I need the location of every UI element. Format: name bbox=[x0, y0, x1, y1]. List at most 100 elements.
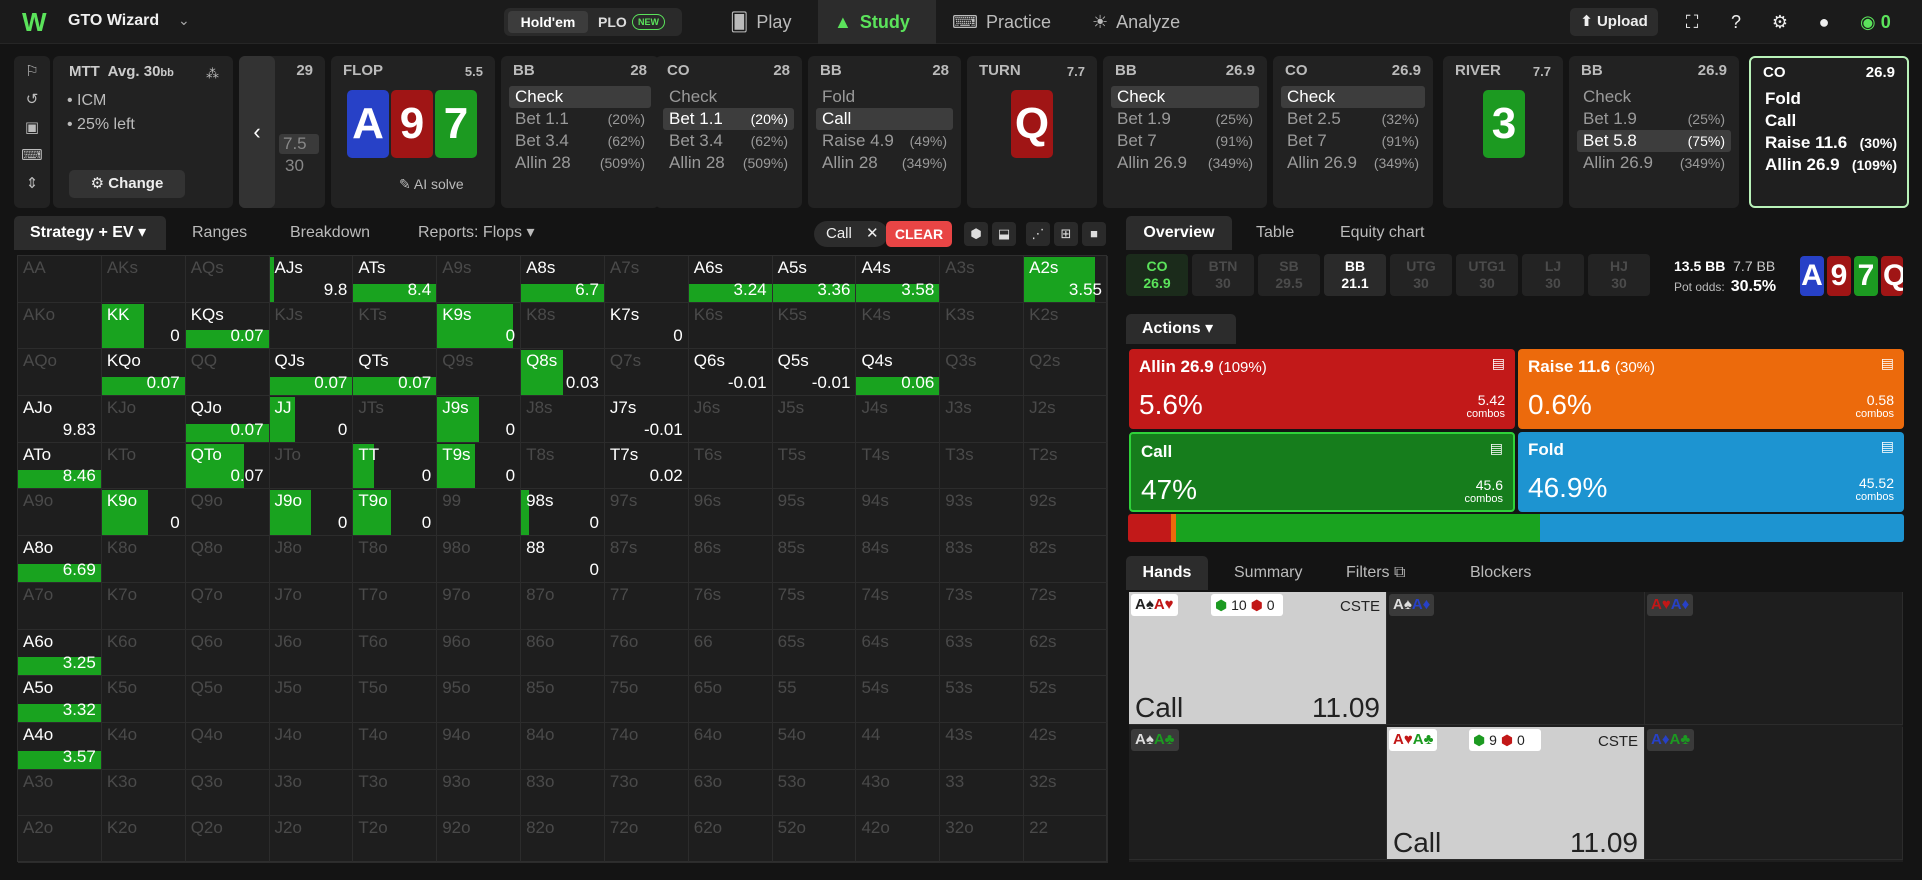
hand-cell[interactable]: ATs 8.4 bbox=[353, 256, 438, 303]
action-option[interactable]: Allin 26.9 (349%) bbox=[1111, 152, 1259, 174]
hand-combo[interactable]: A♠A♦ bbox=[1387, 592, 1645, 725]
hand-cell[interactable]: 72o bbox=[604, 816, 689, 863]
hand-cell[interactable]: 74s bbox=[856, 582, 941, 630]
hand-cell[interactable]: K9o 0 bbox=[101, 489, 186, 537]
hand-cell[interactable]: 99 bbox=[437, 489, 522, 537]
action-option[interactable]: Bet 3.4 (62%) bbox=[509, 130, 651, 152]
hand-cell[interactable]: 42o bbox=[856, 816, 941, 863]
ai-solve-button[interactable]: ✎ AI solve bbox=[399, 176, 464, 193]
nav-practice[interactable]: ⌨ Practice bbox=[952, 0, 1092, 44]
notes-icon[interactable]: ▤ bbox=[1881, 438, 1894, 455]
screenshot-icon[interactable]: ⛶ bbox=[1680, 10, 1704, 34]
action-column-co[interactable]: CO 26.9 Fold Call Raise 11.6 (30%) Allin 26.9… bbox=[1749, 56, 1909, 208]
hand-cell[interactable]: Q7o bbox=[185, 582, 270, 630]
notes-icon[interactable]: ▤ bbox=[1881, 355, 1894, 372]
seat-utg1[interactable]: UTG1 30 bbox=[1456, 254, 1518, 296]
action-box-call[interactable]: Call 47% 45.6 combos ▤ bbox=[1129, 432, 1515, 512]
collapse-icon[interactable]: ⇕ bbox=[14, 174, 50, 192]
hand-cell[interactable]: T5s bbox=[772, 442, 857, 490]
hand-cell[interactable]: 66 bbox=[688, 629, 773, 677]
hand-cell[interactable]: T9s 0 bbox=[437, 442, 522, 490]
hand-cell[interactable]: 43s bbox=[940, 722, 1025, 770]
hand-cell[interactable]: JJ 0 bbox=[269, 396, 354, 443]
hand-cell[interactable]: 32o bbox=[940, 816, 1025, 863]
hand-cell[interactable]: J2s bbox=[1024, 396, 1108, 443]
clear-button[interactable]: CLEAR bbox=[886, 221, 952, 247]
action-option[interactable]: Check bbox=[509, 86, 651, 108]
hand-cell[interactable]: T3o bbox=[353, 769, 438, 817]
action-option[interactable]: Bet 3.4 (62%) bbox=[663, 130, 794, 152]
seat-btn[interactable]: BTN 30 bbox=[1192, 254, 1254, 296]
hand-cell[interactable]: QTs 0.07 bbox=[353, 349, 438, 397]
hand-cell[interactable]: 63o bbox=[688, 769, 773, 817]
hand-cell[interactable]: 43o bbox=[856, 769, 941, 817]
action-option[interactable]: Allin 28 (349%) bbox=[816, 152, 953, 174]
credits-balance[interactable]: ◉ 0 bbox=[1860, 8, 1891, 36]
seat-bb[interactable]: BB 21.1 bbox=[1324, 254, 1386, 296]
hand-cell[interactable]: QJs 0.07 bbox=[269, 349, 354, 397]
action-option[interactable]: Bet 2.5 (32%) bbox=[1281, 108, 1425, 130]
hand-cell[interactable]: 53s bbox=[940, 676, 1025, 723]
action-option[interactable]: Check bbox=[663, 86, 794, 108]
hand-cell[interactable]: 76s bbox=[688, 582, 773, 630]
action-option[interactable]: Allin 28 (509%) bbox=[663, 152, 794, 174]
hand-cell[interactable]: 97s bbox=[604, 489, 689, 537]
action-box-fold[interactable]: Fold 46.9% 45.52 combos ▤ bbox=[1518, 432, 1904, 512]
hand-cell[interactable]: 82o bbox=[521, 816, 605, 863]
hand-combo[interactable]: A♠A♥ ⬢ 10 ⬢ 0 CSTE Call 11.09 bbox=[1129, 592, 1387, 725]
hand-cell[interactable]: Q8s 0.03 bbox=[521, 349, 605, 397]
action-column-co[interactable]: CO 26.9 Check Bet 2.5 (32%) Bet 7 (91%) Allin … bbox=[1273, 56, 1433, 208]
seat-lj[interactable]: LJ 30 bbox=[1522, 254, 1584, 296]
filter-chip[interactable]: Call ✕ bbox=[814, 221, 888, 247]
action-option[interactable]: Allin 26.9 (109%) bbox=[1759, 154, 1903, 176]
hand-cell[interactable]: J8o bbox=[269, 536, 354, 583]
hand-cell[interactable]: K7s 0 bbox=[604, 302, 689, 350]
account-icon[interactable]: ● bbox=[1812, 10, 1836, 34]
tab-ranges[interactable]: Ranges bbox=[192, 216, 247, 250]
hand-cell[interactable]: K5o bbox=[101, 676, 186, 723]
hand-cell[interactable]: A6s 3.24 bbox=[688, 256, 773, 303]
hand-cell[interactable]: K7o bbox=[101, 582, 186, 630]
hand-cell[interactable]: J9s 0 bbox=[437, 396, 522, 443]
hand-cell[interactable]: A4o 3.57 bbox=[18, 722, 102, 770]
bookmark-icon[interactable]: ⚐ bbox=[14, 62, 50, 80]
nav-study[interactable]: ▲ Study bbox=[818, 0, 936, 44]
hand-cell[interactable]: J6o bbox=[269, 629, 354, 677]
action-box-allin[interactable]: Allin 26.9 (109%) 5.6% 5.42 combos ▤ bbox=[1129, 349, 1515, 429]
history-icon[interactable]: ↺ bbox=[14, 90, 50, 108]
tab-breakdown[interactable]: Breakdown bbox=[290, 216, 370, 250]
gamepad-icon[interactable]: ⌨ bbox=[14, 146, 50, 164]
split-view-icon[interactable]: ⬓ bbox=[992, 222, 1016, 246]
hand-cell[interactable]: 74o bbox=[604, 722, 689, 770]
hand-cell[interactable]: J4o bbox=[269, 722, 354, 770]
hand-cell[interactable]: 42s bbox=[1024, 722, 1108, 770]
hand-cell[interactable]: 94s bbox=[856, 489, 941, 537]
hand-combo[interactable]: A♠A♣ bbox=[1129, 727, 1387, 860]
hand-cell[interactable]: 82s bbox=[1024, 536, 1108, 583]
hand-cell[interactable]: 84s bbox=[856, 536, 941, 583]
hand-cell[interactable]: T7s 0.02 bbox=[604, 442, 689, 490]
close-icon[interactable]: ✕ bbox=[866, 225, 879, 242]
action-box-raise[interactable]: Raise 11.6 (30%) 0.6% 0.58 combos ▤ bbox=[1518, 349, 1904, 429]
hand-cell[interactable]: AKo bbox=[18, 302, 102, 350]
hand-cell[interactable]: T2s bbox=[1024, 442, 1108, 490]
nav-play[interactable]: 🂠 Play bbox=[726, 0, 820, 44]
hand-cell[interactable]: J2o bbox=[269, 816, 354, 863]
hand-cell[interactable]: K3o bbox=[101, 769, 186, 817]
hand-cell[interactable]: T5o bbox=[353, 676, 438, 723]
holdem-button[interactable]: Hold'em bbox=[508, 11, 588, 33]
hand-cell[interactable]: Q9o bbox=[185, 489, 270, 537]
hand-cell[interactable]: A8s 6.7 bbox=[521, 256, 605, 303]
hand-cell[interactable]: A7s bbox=[604, 256, 689, 303]
hand-cell[interactable]: 95s bbox=[772, 489, 857, 537]
hand-cell[interactable]: J4s bbox=[856, 396, 941, 443]
hand-cell[interactable]: K4o bbox=[101, 722, 186, 770]
hand-cell[interactable]: J5s bbox=[772, 396, 857, 443]
hand-cell[interactable]: 33 bbox=[940, 769, 1025, 817]
hand-cell[interactable]: K8s bbox=[521, 302, 605, 350]
turn-column[interactable]: TURN 7.7 Q bbox=[967, 56, 1097, 208]
hand-cell[interactable]: Q3o bbox=[185, 769, 270, 817]
change-button[interactable]: ⚙ Change bbox=[69, 170, 185, 198]
upload-button[interactable]: ⬆ Upload bbox=[1570, 8, 1658, 36]
hand-cell[interactable]: K3s bbox=[940, 302, 1025, 350]
